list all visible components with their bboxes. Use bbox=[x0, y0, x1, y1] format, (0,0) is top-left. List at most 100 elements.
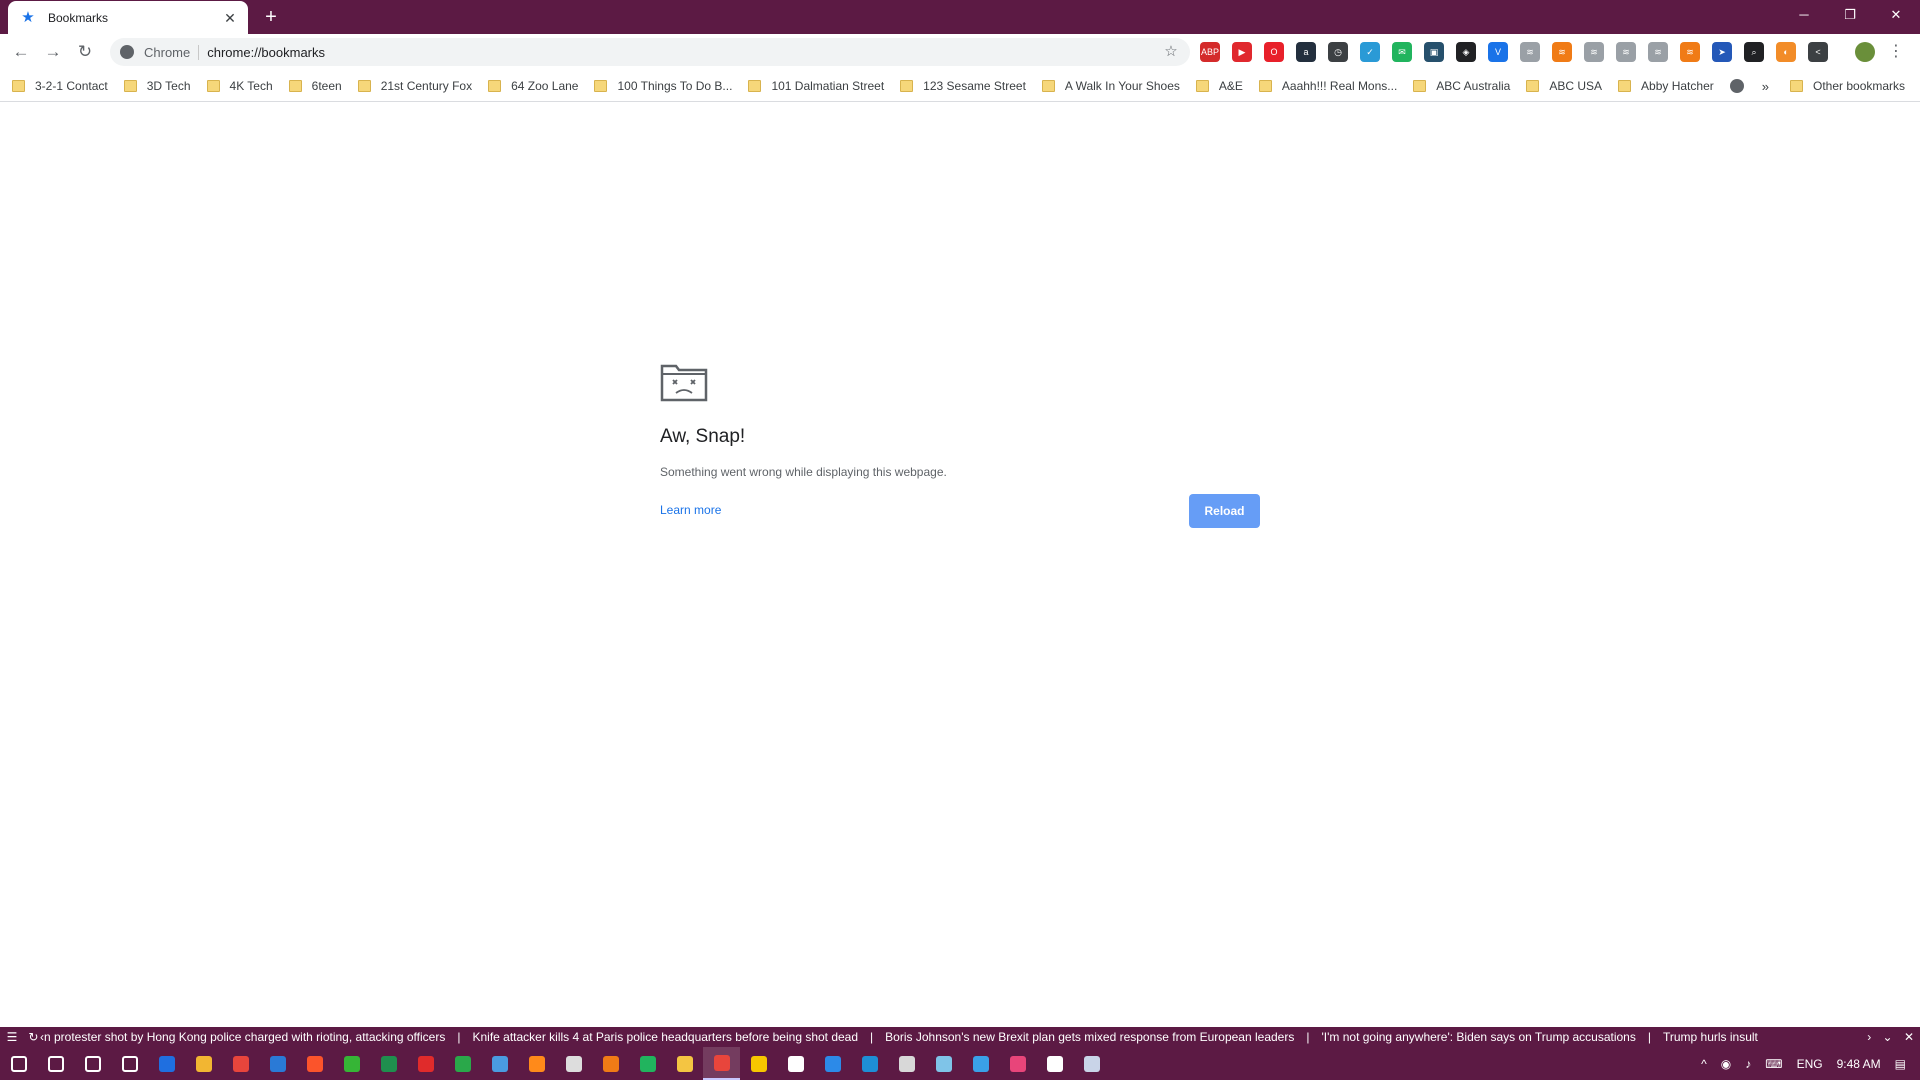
ticker-headline[interactable]: n protester shot by Hong Kong police cha… bbox=[44, 1030, 445, 1044]
site-chip[interactable]: Chrome bbox=[144, 44, 200, 60]
other-bookmarks[interactable]: Other bookmarks bbox=[1790, 70, 1905, 102]
bookmark-item[interactable]: 64 Zoo Lane bbox=[488, 74, 578, 98]
bookmarks-overflow-icon[interactable]: » bbox=[1762, 79, 1769, 94]
volume-icon[interactable]: ♪ bbox=[1745, 1057, 1751, 1071]
bookmark-item[interactable]: Abby Hatcher bbox=[1618, 74, 1714, 98]
forward-icon[interactable]: → bbox=[42, 41, 64, 63]
rss-gray-icon-1[interactable]: ≋ bbox=[1520, 42, 1540, 62]
taskbar-app-button[interactable] bbox=[851, 1047, 888, 1080]
ticker-close-icon[interactable]: ✕ bbox=[1904, 1030, 1914, 1044]
minimize-button[interactable]: ─ bbox=[1784, 4, 1824, 26]
record-icon[interactable]: ▶ bbox=[1232, 42, 1252, 62]
taskbar-app-button[interactable] bbox=[481, 1047, 518, 1080]
taskbar-app-button[interactable] bbox=[444, 1047, 481, 1080]
reload-icon[interactable]: ↻ bbox=[74, 41, 96, 63]
taskbar-app-button[interactable] bbox=[740, 1047, 777, 1080]
rss-gray-icon-4[interactable]: ≋ bbox=[1648, 42, 1668, 62]
ticker-headline[interactable]: Trump hurls insult bbox=[1663, 1030, 1758, 1044]
ticker-next-icon[interactable]: › bbox=[1867, 1030, 1871, 1044]
ticker-collapse-icon[interactable]: ⌄ bbox=[1883, 1030, 1893, 1044]
opera-icon[interactable]: O bbox=[1264, 42, 1284, 62]
taskbar-app-button[interactable] bbox=[555, 1047, 592, 1080]
taskbar-app-button[interactable] bbox=[999, 1047, 1036, 1080]
taskbar-app-button[interactable] bbox=[1036, 1047, 1073, 1080]
adblock-plus-icon[interactable]: ABP bbox=[1200, 42, 1220, 62]
notifications-icon[interactable]: ▤ bbox=[1895, 1057, 1906, 1071]
taskbar-app-button[interactable] bbox=[296, 1047, 333, 1080]
rss-orange-icon-1[interactable]: ≋ bbox=[1552, 42, 1572, 62]
taskbar-app-button[interactable] bbox=[0, 1047, 37, 1080]
bookmark-item[interactable]: A Walk In Your Shoes bbox=[1041, 74, 1180, 98]
profile-avatar[interactable] bbox=[1855, 42, 1875, 62]
bookmark-item[interactable]: 21st Century Fox bbox=[357, 74, 472, 98]
bookmark-item[interactable]: ABC USA bbox=[1526, 74, 1602, 98]
learn-more-link[interactable]: Learn more bbox=[660, 503, 721, 517]
taskbar-app-button[interactable] bbox=[925, 1047, 962, 1080]
bookmark-item[interactable]: 4K Tech bbox=[206, 74, 273, 98]
ticker-menu-icon[interactable]: ☰ bbox=[6, 1027, 18, 1047]
bookmark-item[interactable]: 100 Things To Do B... bbox=[594, 74, 732, 98]
search-icon[interactable]: ⌕ bbox=[1744, 42, 1764, 62]
taskbar-app-button[interactable] bbox=[592, 1047, 629, 1080]
ticker-headline[interactable]: Knife attacker kills 4 at Paris police h… bbox=[472, 1030, 858, 1044]
keyboard-icon[interactable]: ⌨ bbox=[1765, 1057, 1782, 1071]
bookmark-star-icon[interactable]: ☆ bbox=[1160, 41, 1182, 63]
chat-icon[interactable]: ✉ bbox=[1392, 42, 1412, 62]
taskbar-app-button[interactable] bbox=[333, 1047, 370, 1080]
taskbar-app-button[interactable] bbox=[629, 1047, 666, 1080]
taskbar-app-button[interactable] bbox=[370, 1047, 407, 1080]
menu-dots-icon[interactable]: ⋮ bbox=[1886, 41, 1906, 63]
taskbar-app-button[interactable] bbox=[814, 1047, 851, 1080]
share-icon[interactable]: < bbox=[1808, 42, 1828, 62]
taskbar-app-button[interactable] bbox=[407, 1047, 444, 1080]
photo-icon[interactable]: ▣ bbox=[1424, 42, 1444, 62]
bookmark-item[interactable]: Aaahh!!! Real Mons... bbox=[1258, 74, 1397, 98]
rss-gray-icon-3[interactable]: ≋ bbox=[1616, 42, 1636, 62]
taskbar-app-button[interactable] bbox=[37, 1047, 74, 1080]
clock-icon[interactable]: ◷ bbox=[1328, 42, 1348, 62]
window-close-button[interactable]: ✕ bbox=[1876, 4, 1916, 26]
ticker-refresh-icon[interactable]: ↻ bbox=[27, 1027, 39, 1047]
bookmark-item[interactable]: 3D Tech bbox=[123, 74, 191, 98]
rss-orange-icon-2[interactable]: ≋ bbox=[1680, 42, 1700, 62]
address-input[interactable] bbox=[207, 44, 1160, 60]
restore-button[interactable]: ❐ bbox=[1830, 4, 1870, 26]
tab-close-icon[interactable]: ✕ bbox=[222, 10, 238, 26]
amazon-icon[interactable]: a bbox=[1296, 42, 1316, 62]
bookmark-item[interactable]: ABC Australia bbox=[1413, 74, 1510, 98]
network-icon[interactable]: ◉ bbox=[1721, 1057, 1731, 1071]
taskbar-app-button[interactable] bbox=[888, 1047, 925, 1080]
tray-chevron-icon[interactable]: ^ bbox=[1701, 1057, 1707, 1071]
language-indicator[interactable]: ENG bbox=[1797, 1057, 1823, 1071]
bookmark-item[interactable]: 3-2-1 Contact bbox=[12, 74, 108, 98]
rss-gray-icon-2[interactable]: ≋ bbox=[1584, 42, 1604, 62]
taskbar-app-button[interactable] bbox=[703, 1047, 740, 1080]
taskbar-app-button[interactable] bbox=[222, 1047, 259, 1080]
ticker-headline[interactable]: 'I'm not going anywhere': Biden says on … bbox=[1321, 1030, 1635, 1044]
color-wheel-icon[interactable]: ◐ bbox=[1776, 42, 1796, 62]
clock[interactable]: 9:48 AM bbox=[1837, 1057, 1881, 1071]
bookmark-item[interactable]: 101 Dalmatian Street bbox=[748, 74, 884, 98]
privacy-shield-icon[interactable]: ◈ bbox=[1456, 42, 1476, 62]
taskbar-app-button[interactable] bbox=[148, 1047, 185, 1080]
taskbar-app-button[interactable] bbox=[777, 1047, 814, 1080]
bookmark-item[interactable]: 123 Sesame Street bbox=[900, 74, 1026, 98]
bookmark-item[interactable]: 6teen bbox=[288, 74, 342, 98]
compass-icon[interactable]: ➤ bbox=[1712, 42, 1732, 62]
taskbar-app-button[interactable] bbox=[111, 1047, 148, 1080]
shield-check-icon[interactable]: ✓ bbox=[1360, 42, 1380, 62]
back-icon[interactable]: ← bbox=[10, 41, 32, 63]
taskbar-app-button[interactable] bbox=[259, 1047, 296, 1080]
taskbar-app-button[interactable] bbox=[518, 1047, 555, 1080]
taskbar-app-button[interactable] bbox=[74, 1047, 111, 1080]
reload-button[interactable]: Reload bbox=[1189, 494, 1260, 528]
taskbar-app-button[interactable] bbox=[962, 1047, 999, 1080]
new-tab-button[interactable]: + bbox=[260, 6, 282, 28]
bookmark-item[interactable]: A&E bbox=[1195, 74, 1243, 98]
globe-bookmark-icon[interactable] bbox=[1729, 79, 1744, 93]
tab-bookmarks[interactable]: ★ Bookmarks ✕ bbox=[8, 1, 248, 34]
taskbar-app-button[interactable] bbox=[185, 1047, 222, 1080]
omnibox[interactable]: Chrome ☆ bbox=[110, 38, 1190, 66]
ticker-headline[interactable]: Boris Johnson's new Brexit plan gets mix… bbox=[885, 1030, 1294, 1044]
taskbar-app-button[interactable] bbox=[666, 1047, 703, 1080]
